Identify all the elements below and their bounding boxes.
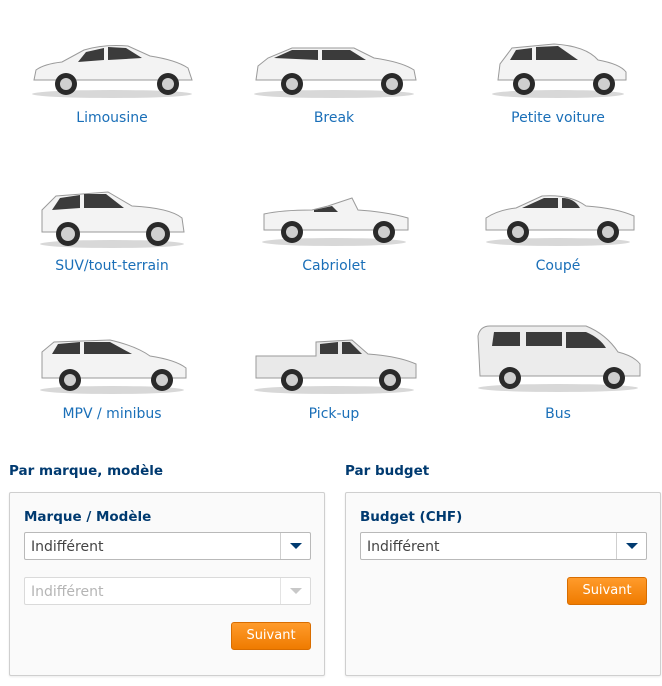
mpv-car-image bbox=[40, 339, 187, 394]
budget-field-label: Budget (CHF) bbox=[360, 509, 463, 525]
budget-section-title: Par budget bbox=[345, 463, 430, 479]
limousine-car-image bbox=[32, 45, 193, 98]
brand-select-value: Indifférent bbox=[31, 539, 104, 555]
car-type-label: SUV/tout-terrain bbox=[55, 258, 169, 274]
car-type-label: Break bbox=[313, 110, 355, 126]
car-type-bus[interactable]: Bus bbox=[446, 318, 662, 458]
budget-select-toggle[interactable] bbox=[616, 533, 646, 559]
car-type-coupe[interactable]: Coupé bbox=[446, 184, 662, 324]
car-type-mpv[interactable]: MPV / minibus bbox=[0, 332, 224, 472]
car-type-label: Bus bbox=[545, 406, 571, 422]
break-car-image bbox=[254, 47, 417, 98]
budget-submit-button[interactable]: Suivant bbox=[567, 577, 647, 605]
car-type-label: MPV / minibus bbox=[62, 406, 162, 422]
car-type-break[interactable]: Break bbox=[222, 36, 446, 176]
car-type-cabriolet[interactable]: Cabriolet bbox=[222, 184, 446, 324]
small-car-image bbox=[492, 43, 627, 98]
pickup-car-image bbox=[254, 339, 417, 394]
car-type-label: Petite voiture bbox=[511, 110, 605, 126]
brand-section-title: Par marque, modèle bbox=[9, 463, 164, 479]
brand-select-toggle[interactable] bbox=[280, 533, 310, 559]
car-type-label: Cabriolet bbox=[302, 258, 366, 274]
car-type-label: Pick-up bbox=[308, 406, 360, 422]
budget-select-value: Indifférent bbox=[367, 539, 440, 555]
brand-select[interactable]: Indifférent bbox=[24, 532, 311, 560]
brand-panel: Marque / Modèle Indifférent Indifférent … bbox=[9, 492, 325, 676]
chevron-down-icon bbox=[290, 588, 302, 594]
chevron-down-icon bbox=[290, 543, 302, 549]
budget-panel: Budget (CHF) Indifférent Suivant bbox=[345, 492, 661, 676]
model-select[interactable]: Indifférent bbox=[24, 577, 311, 605]
car-type-suv[interactable]: SUV/tout-terrain bbox=[0, 184, 224, 324]
chevron-down-icon bbox=[626, 543, 638, 549]
model-select-toggle[interactable] bbox=[280, 578, 310, 604]
coupe-car-image bbox=[485, 195, 635, 246]
brand-field-label: Marque / Modèle bbox=[24, 509, 152, 525]
cut-off-section-heading bbox=[8, 0, 68, 9]
car-type-label: Limousine bbox=[76, 110, 148, 126]
car-type-limousine[interactable]: Limousine bbox=[0, 36, 224, 176]
bus-car-image bbox=[477, 325, 641, 392]
suv-car-image bbox=[40, 191, 185, 248]
car-type-petite-voiture[interactable]: Petite voiture bbox=[446, 36, 662, 176]
brand-submit-button[interactable]: Suivant bbox=[231, 622, 311, 650]
cabriolet-car-image bbox=[262, 197, 409, 246]
model-select-value: Indifférent bbox=[31, 584, 104, 600]
car-type-label: Coupé bbox=[535, 258, 581, 274]
car-type-pickup[interactable]: Pick-up bbox=[222, 332, 446, 472]
budget-select[interactable]: Indifférent bbox=[360, 532, 647, 560]
